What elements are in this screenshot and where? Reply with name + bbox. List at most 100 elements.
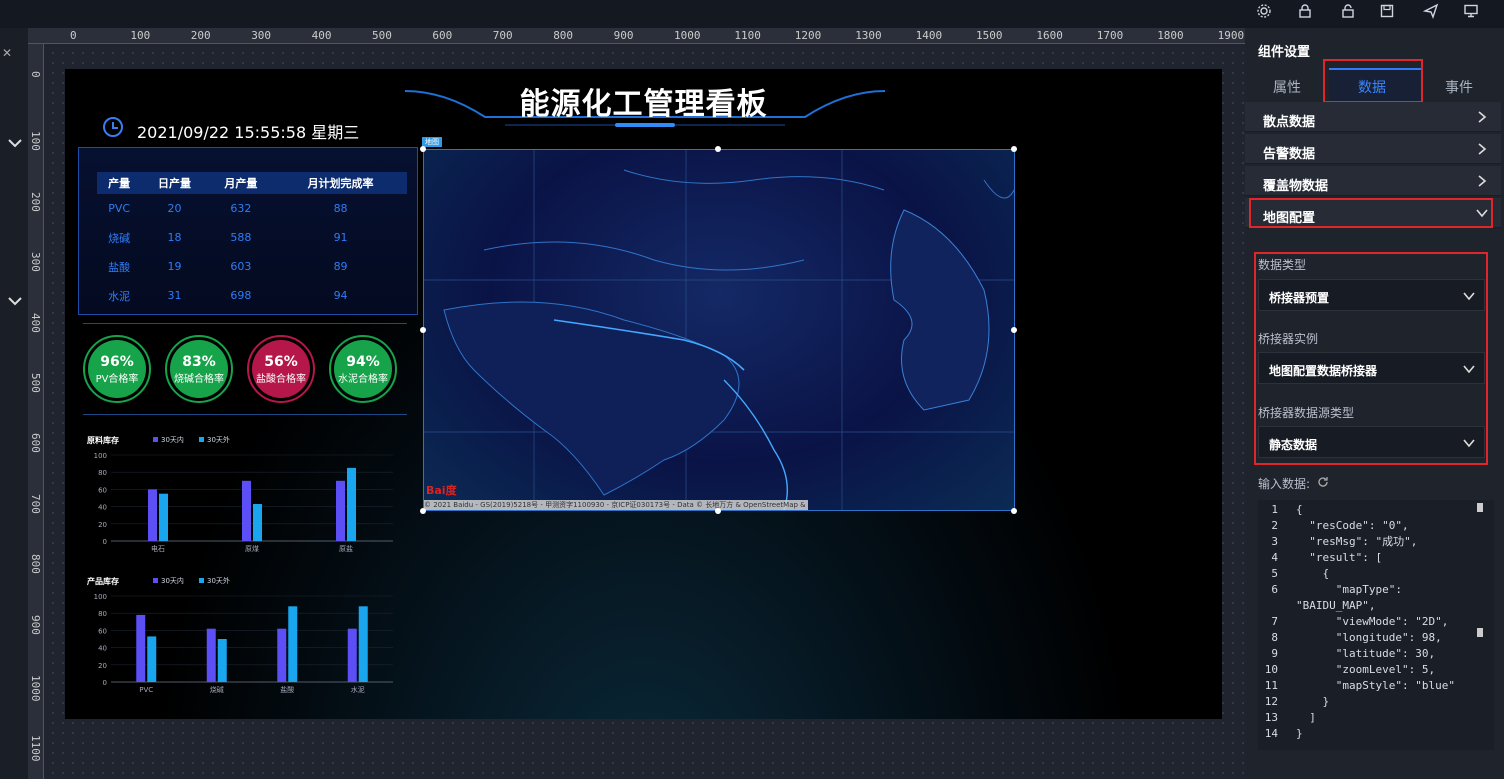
- refresh-icon[interactable]: [1317, 476, 1329, 488]
- ruler-tick-label: 500: [372, 29, 392, 42]
- datetime: 2021/09/22 15:55:58 星期三: [137, 123, 360, 142]
- map-component[interactable]: Bai度 © 2021 Baidu - GS(2019)5218号 - 甲测资字…: [423, 149, 1015, 511]
- table-cell: 水泥: [108, 289, 131, 303]
- y-tick-label: 80: [98, 469, 107, 477]
- baidu-logo: Bai度: [426, 484, 457, 497]
- resize-handle[interactable]: [420, 327, 426, 333]
- ruler-tick-label: 100: [130, 29, 151, 42]
- gauge-fill: 96% PV合格率: [88, 340, 146, 398]
- resize-handle[interactable]: [420, 146, 426, 152]
- table-cell: 588: [230, 231, 252, 244]
- ruler-tick-label: 1400: [915, 29, 943, 42]
- table-row: 盐酸 19 603 89: [97, 252, 407, 281]
- line-number: 7: [1271, 615, 1278, 628]
- line-number: 4: [1271, 551, 1278, 564]
- divider: [83, 414, 407, 415]
- bar: [253, 504, 262, 541]
- send-icon[interactable]: [1416, 0, 1446, 22]
- x-tick-label: 烧碱: [210, 685, 224, 694]
- code-line: }: [1296, 727, 1303, 740]
- x-tick-label: 盐酸: [280, 685, 294, 694]
- y-tick-label: 60: [98, 627, 107, 635]
- resize-handle[interactable]: [715, 146, 721, 152]
- tab-properties[interactable]: 属性: [1273, 77, 1301, 97]
- accordion-label: 覆盖物数据: [1263, 179, 1329, 194]
- bridge-instance-select[interactable]: 地图配置数据桥接器: [1258, 352, 1485, 384]
- x-tick-label: PVC: [139, 686, 153, 694]
- data-type-select[interactable]: 桥接器预置: [1258, 279, 1485, 311]
- ruler-tick-label: 500: [29, 373, 42, 393]
- resize-handle[interactable]: [420, 508, 426, 514]
- chevron-right-icon: [1478, 111, 1487, 123]
- y-tick-label: 0: [103, 538, 107, 546]
- ruler-tick-label: 1000: [674, 29, 701, 42]
- chevron-right-icon: [1478, 143, 1487, 155]
- gauge-percent: 83%: [182, 353, 216, 370]
- x-tick-label: 电石: [151, 544, 165, 553]
- table-cell: 89: [333, 260, 348, 273]
- ruler-tick-label: 900: [29, 614, 42, 635]
- table-cell: 603: [230, 260, 252, 273]
- field-label-source-type: 桥接器数据源类型: [1258, 406, 1355, 420]
- ruler-tick-label: 0: [29, 71, 42, 78]
- ruler-tick-label: 1100: [734, 29, 761, 42]
- resize-handle[interactable]: [1011, 327, 1017, 333]
- ruler-tick-label: 400: [311, 29, 332, 42]
- save-icon[interactable]: [1372, 0, 1402, 22]
- ruler-tick-label: 600: [432, 29, 453, 42]
- chart-title: 产品库存: [87, 576, 119, 586]
- y-tick-label: 100: [94, 593, 107, 601]
- select-value: 桥接器预置: [1269, 291, 1330, 305]
- accordion-alarm-data[interactable]: 告警数据: [1245, 134, 1501, 164]
- accordion-scatter-data[interactable]: 散点数据: [1245, 102, 1501, 132]
- tab-events[interactable]: 事件: [1445, 77, 1473, 97]
- resize-handle[interactable]: [1011, 146, 1017, 152]
- ruler-tick-label: 1200: [794, 29, 822, 42]
- code-line: }: [1296, 695, 1330, 708]
- code-line: "resCode": "0",: [1296, 519, 1409, 532]
- gauge-label: 烧碱合格率: [174, 373, 224, 385]
- line-number: 8: [1271, 631, 1278, 644]
- gear-icon[interactable]: [1249, 0, 1279, 22]
- y-tick-label: 20: [98, 662, 107, 670]
- resize-handle[interactable]: [715, 508, 721, 514]
- json-code-editor[interactable]: 1 {2 "resCode": "0", 3 "resMsg": "成功", 4 "r…: [1258, 500, 1494, 750]
- accordion-overlay-data[interactable]: 覆盖物数据: [1245, 166, 1501, 196]
- line-number: 2: [1271, 519, 1278, 532]
- unlock-icon[interactable]: [1333, 0, 1363, 22]
- gauge-1: 83% 烧碱合格率: [165, 335, 233, 403]
- production-table: 产量 日产量 月产量 月计划完成率 PVC 20 632 88 烧碱 18 588 91 盐酸 19 60…: [78, 147, 418, 315]
- highlight-box: [1323, 59, 1423, 103]
- chevron-down-icon[interactable]: [8, 138, 22, 148]
- ruler-tick-label: 1700: [1096, 29, 1124, 42]
- gauge-3: 94% 水泥合格率: [329, 335, 397, 403]
- line-number: 12: [1264, 695, 1278, 708]
- dashboard-stage[interactable]: 能源化工管理看板 2021/09/22 15:55:58 星期三 产量 日产量 月产…: [65, 69, 1222, 719]
- table-header: 产量: [97, 172, 142, 194]
- y-tick-label: 40: [98, 504, 107, 512]
- ruler-tick-label: 800: [553, 29, 574, 42]
- ruler-tick-label: 1300: [855, 29, 882, 42]
- legend-label: 30天外: [207, 576, 230, 585]
- ruler-tick-label: 0: [70, 29, 77, 42]
- source-type-select[interactable]: 静态数据: [1258, 426, 1485, 458]
- resize-handle[interactable]: [1011, 508, 1017, 514]
- line-number: 5: [1271, 567, 1278, 580]
- table-cell: 烧碱: [108, 231, 131, 245]
- scrollbar-thumb[interactable]: [1477, 503, 1483, 512]
- table-header: 日产量: [141, 172, 208, 194]
- ruler-tick-label: 600: [29, 433, 42, 454]
- monitor-icon[interactable]: [1456, 0, 1486, 22]
- ruler-tick-label: 200: [29, 191, 42, 212]
- scrollbar-thumb[interactable]: [1477, 628, 1483, 637]
- lock-icon[interactable]: [1290, 0, 1320, 22]
- legend-label: 30天内: [161, 576, 184, 585]
- chevron-down-icon[interactable]: [8, 296, 22, 306]
- map-attribution: © 2021 Baidu - GS(2019)5218号 - 甲测资字11009…: [424, 500, 808, 510]
- bar: [242, 480, 251, 541]
- bar: [347, 467, 356, 541]
- page-title: 能源化工管理看板: [519, 87, 768, 122]
- bar: [136, 614, 146, 682]
- y-tick-label: 0: [103, 679, 107, 687]
- close-icon[interactable]: ✕: [2, 46, 12, 60]
